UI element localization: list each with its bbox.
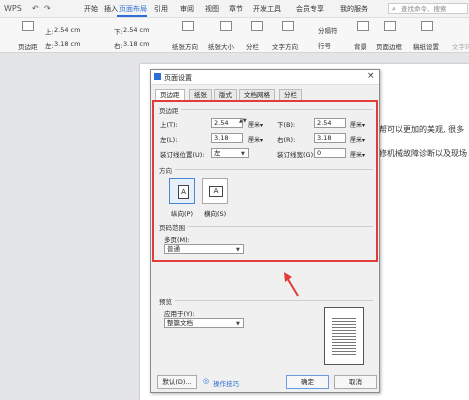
dialog-titlebar: 页面设置 × [151, 70, 379, 85]
search-icon: ⌕ [392, 5, 396, 13]
background-icon[interactable] [357, 21, 369, 31]
paper-size-icon[interactable] [220, 21, 232, 31]
apply-to-select[interactable]: 整篇文档 ▼ [164, 318, 244, 328]
tab-my-service[interactable]: 我的服务 [340, 4, 368, 14]
default-button[interactable]: 默认(D)... [157, 375, 197, 389]
redo-icon[interactable]: ↷ [44, 4, 51, 13]
doc-line-1: 帮可以更加的美观, 很多 [379, 125, 465, 134]
tab-insert[interactable]: 插入 [104, 4, 118, 14]
doc-line-2: 修机械故障诊断以及现场 [379, 149, 467, 158]
dialog-tab-layout[interactable]: 版式 [214, 89, 237, 100]
paper-size-button[interactable]: 纸张大小 [208, 41, 234, 51]
page-border-icon[interactable] [384, 21, 396, 31]
apply-to-label: 应用于(Y): [164, 310, 195, 318]
ribbon-top-value[interactable]: 2.54 cm [54, 26, 80, 34]
preview-text-lines [332, 316, 356, 356]
ribbon-left-value[interactable]: 3.18 cm [54, 40, 80, 48]
orientation-icon[interactable] [182, 21, 194, 31]
tab-page-layout[interactable]: 页面布局 [119, 4, 147, 14]
orientation-button[interactable]: 纸张方向 [172, 41, 198, 51]
margins-icon[interactable] [22, 21, 34, 31]
dialog-title: 页面设置 [164, 74, 192, 82]
ribbon-top-label: 上: [45, 28, 54, 36]
ribbon-right-value[interactable]: 3.18 cm [123, 40, 149, 48]
paper-margin-icon[interactable] [421, 21, 433, 31]
page-border-button[interactable]: 页面边框 [376, 41, 402, 51]
apply-to-value: 整篇文档 [167, 319, 193, 327]
undo-icon[interactable]: ↶ [32, 4, 39, 13]
search-placeholder: 查找命令、搜索 [401, 5, 447, 13]
tips-link[interactable]: 操作技巧 [213, 378, 239, 388]
background-button[interactable]: 背景 [354, 41, 367, 51]
columns-icon[interactable] [251, 21, 263, 31]
text-wrap-button[interactable]: 文字环绕 [452, 41, 469, 51]
tab-member[interactable]: 会员专享 [296, 4, 324, 14]
margins-button[interactable]: 页边距 [18, 41, 38, 51]
tab-developer[interactable]: 开发工具 [253, 4, 281, 14]
paper-setting-button[interactable]: 稿纸设置 [413, 41, 439, 51]
app-icon[interactable]: WPS [4, 4, 22, 13]
active-tab-indicator [117, 15, 147, 17]
preview-section-divider [175, 300, 373, 301]
tips-icon: ◎ [203, 377, 210, 385]
ok-button[interactable]: 确定 [286, 375, 329, 389]
search-input[interactable]: ⌕ 查找命令、搜索 [388, 3, 468, 14]
dialog-tab-columns[interactable]: 分栏 [279, 89, 302, 100]
tab-view[interactable]: 视图 [205, 4, 219, 14]
menu-bar: WPS ↶ ↷ 开始 插入 页面布局 引用 审阅 视图 章节 开发工具 会员专享… [0, 0, 469, 18]
ribbon-right-label: 右: [114, 42, 123, 50]
columns-button[interactable]: 分栏 [246, 41, 259, 51]
chevron-down-icon: ▼ [236, 321, 240, 327]
breaks-button[interactable]: 分隔符 [318, 25, 338, 35]
dialog-tab-doc-grid[interactable]: 文档网格 [239, 89, 275, 100]
ribbon-bottom-label: 下: [114, 28, 123, 36]
tab-references[interactable]: 引用 [154, 4, 168, 14]
tab-home[interactable]: 开始 [84, 4, 98, 14]
text-direction-button[interactable]: 文字方向 [272, 41, 298, 51]
line-numbers-button[interactable]: 行号 [318, 40, 331, 50]
tab-section[interactable]: 章节 [229, 4, 243, 14]
cancel-button[interactable]: 取消 [334, 375, 377, 389]
close-icon[interactable]: × [367, 71, 375, 81]
ribbon-toolbar: 页边距 上: 2.54 cm 左: 3.18 cm 下: 2.54 cm 右: … [0, 18, 469, 53]
dialog-app-icon [154, 73, 161, 80]
highlight-box [152, 100, 378, 262]
preview-section-title: 预览 [159, 298, 172, 306]
ribbon-bottom-value[interactable]: 2.54 cm [123, 26, 149, 34]
ribbon-left-label: 左: [45, 42, 54, 50]
page-preview [324, 307, 364, 365]
dialog-tab-paper[interactable]: 纸张 [189, 89, 212, 100]
tab-review[interactable]: 审阅 [180, 4, 194, 14]
annotation-arrow-icon [284, 272, 299, 297]
text-direction-icon[interactable] [282, 21, 294, 31]
dialog-tab-margins[interactable]: 页边距 [155, 89, 185, 100]
